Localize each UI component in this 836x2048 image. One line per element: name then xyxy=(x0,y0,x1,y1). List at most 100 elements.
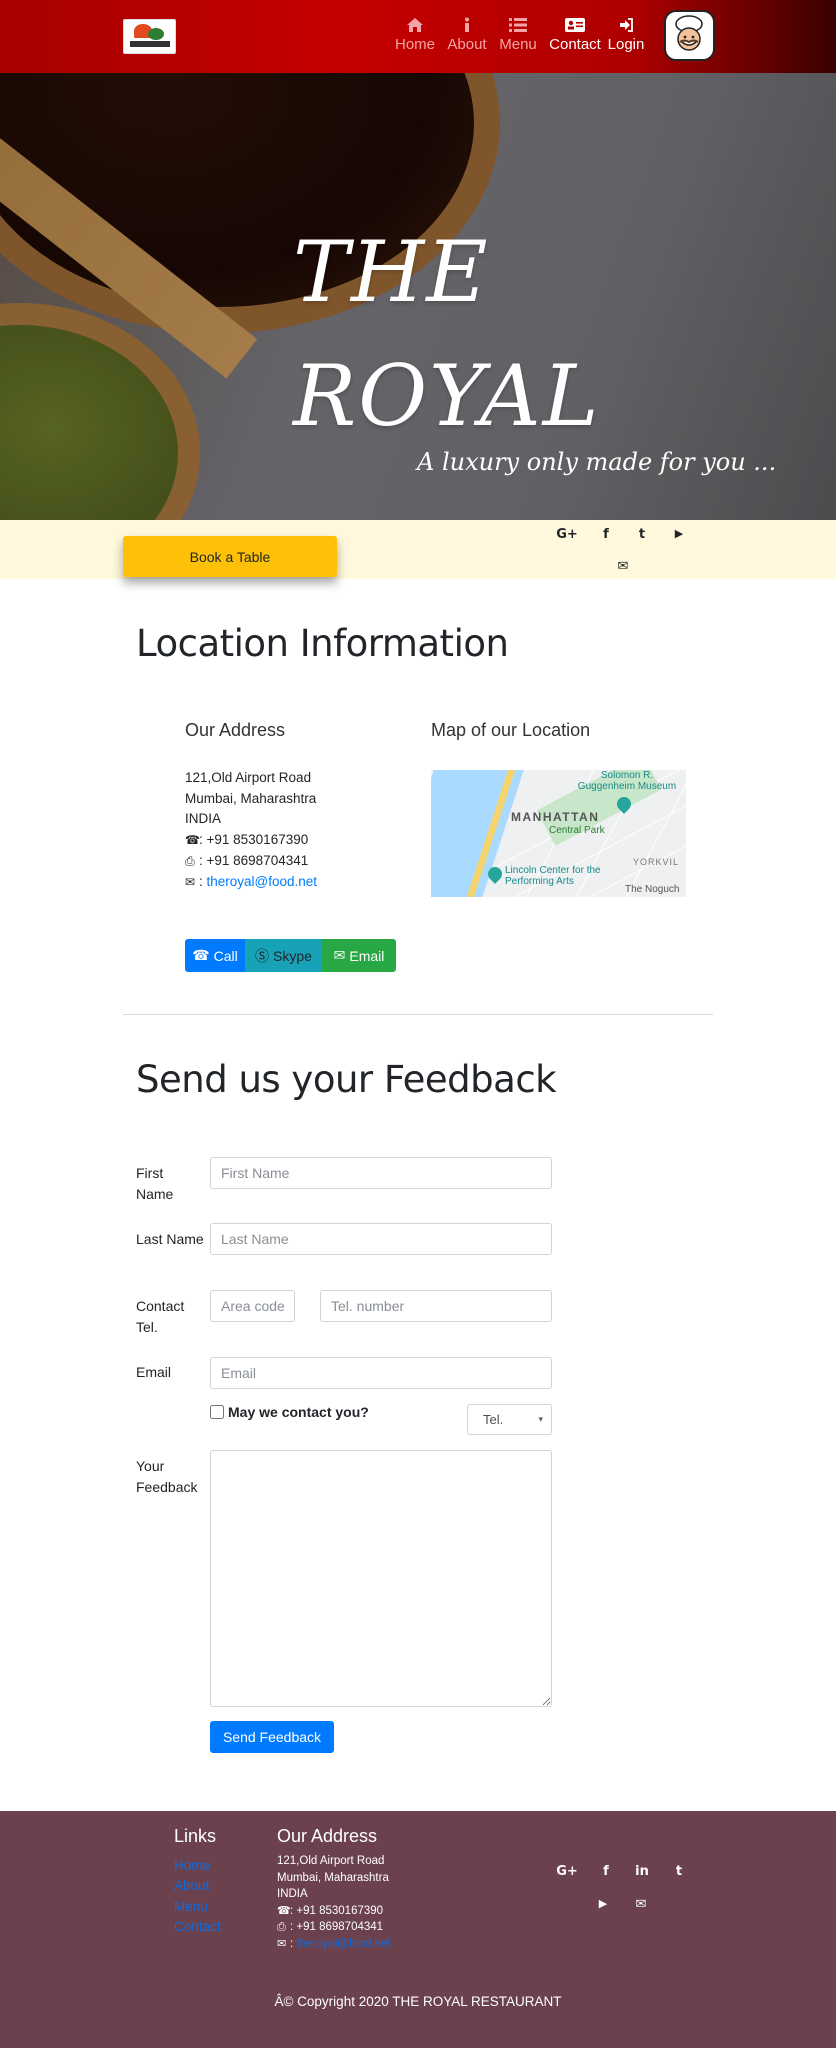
footer-link-about[interactable]: About xyxy=(174,1876,221,1896)
nav-menu[interactable]: Menu xyxy=(498,16,538,60)
may-contact-checkbox-row[interactable]: May we contact you? xyxy=(210,1404,369,1420)
address-line: Mumbai, Maharashtra xyxy=(185,790,317,806)
map-label-yorkville: YORKVIL xyxy=(633,857,680,867)
youtube-icon[interactable]: ▶ xyxy=(668,527,690,540)
feedback-textarea[interactable] xyxy=(210,1450,552,1707)
feedback-label: Your Feedback xyxy=(136,1458,198,1495)
home-icon xyxy=(407,18,423,32)
phone-line: ☎: +91 8530167390 xyxy=(277,1903,391,1920)
fax-line: ⎙ : +91 8698704341 xyxy=(277,1919,391,1936)
map-label-noguchi: The Noguch xyxy=(625,884,680,895)
footer-link-menu[interactable]: Menu xyxy=(174,1897,221,1917)
footer-links: Home About Menu Contact xyxy=(174,1856,221,1937)
hero-tagline: A luxury only made for you ... xyxy=(417,448,777,476)
twitter-icon[interactable]: t xyxy=(668,1864,690,1879)
email-line: ✉: theroyal@food.net xyxy=(277,1936,391,1953)
contact-method-value: Tel. xyxy=(483,1412,504,1427)
facebook-icon[interactable]: f xyxy=(595,527,617,542)
area-code-input[interactable] xyxy=(210,1290,295,1322)
envelope-icon[interactable]: ✉ xyxy=(612,559,634,574)
nav-menu-label: Menu xyxy=(499,36,537,53)
google-plus-icon[interactable]: G+ xyxy=(556,1864,578,1879)
may-contact-checkbox[interactable] xyxy=(210,1405,224,1419)
phone-number: : +91 8530167390 xyxy=(290,1904,384,1917)
skype-icon: Ⓢ xyxy=(255,947,270,964)
contact-tel-label: Contact Tel. xyxy=(136,1298,185,1335)
address-card-icon xyxy=(565,18,585,32)
fax-icon: ⎙ xyxy=(185,853,195,868)
email-button-label: Email xyxy=(349,947,385,964)
youtube-icon[interactable]: ▶ xyxy=(592,1897,614,1910)
fax-icon: ⎙ xyxy=(277,1921,286,1933)
hero-title: THE ROYAL xyxy=(293,210,601,458)
address-heading: Our Address xyxy=(185,720,286,740)
hero-title-line2: ROYAL xyxy=(293,347,601,445)
map-label-guggenheim: Solomon R. Guggenheim Museum xyxy=(577,770,677,792)
call-button[interactable]: ☎ Call xyxy=(185,939,245,972)
book-table-button[interactable]: Book a Table xyxy=(123,536,337,577)
tel-number-input[interactable] xyxy=(320,1290,552,1322)
fax-number: : +91 8698704341 xyxy=(290,1921,384,1933)
send-feedback-button[interactable]: Send Feedback xyxy=(210,1721,334,1753)
footer-address-block: 121,Old Airport Road Mumbai, Maharashtra… xyxy=(277,1853,391,1952)
phone-icon: ☎ xyxy=(277,1904,291,1917)
phone-icon: ☎ xyxy=(192,947,210,963)
nav-home-label: Home xyxy=(394,36,435,53)
fax-line: ⎙ : +91 8698704341 xyxy=(185,851,317,872)
info-icon xyxy=(465,17,469,32)
nav-about-label: About xyxy=(447,36,487,53)
chef-logo-icon[interactable] xyxy=(664,10,715,61)
contact-button-group: ☎ Call Ⓢ Skype ✉ Email xyxy=(185,939,396,972)
footer xyxy=(0,1811,836,2048)
phone-icon: ☎ xyxy=(185,833,200,848)
last-name-label: Last Name xyxy=(136,1231,204,1247)
phone-number: : +91 8530167390 xyxy=(199,832,309,848)
nav-about[interactable]: About xyxy=(446,16,488,60)
skype-button-label: Skype xyxy=(273,947,312,964)
address-block: 121,Old Airport Road Mumbai, Maharashtra… xyxy=(185,768,317,892)
google-plus-icon[interactable]: G+ xyxy=(556,527,578,542)
nav-login-label: Login xyxy=(607,36,645,53)
envelope-icon[interactable]: ✉ xyxy=(630,1897,652,1912)
nav-contact-label: Contact xyxy=(549,36,601,53)
chevron-down-icon: ▾ xyxy=(538,1414,543,1424)
section-divider xyxy=(123,1014,713,1015)
call-button-label: Call xyxy=(213,947,238,964)
navbar: Home About Menu Contact Login xyxy=(0,0,836,73)
footer-link-contact[interactable]: Contact xyxy=(174,1917,221,1937)
contact-method-select[interactable]: Tel. ▾ xyxy=(467,1404,552,1435)
email-line: ✉: theroyal@food.net xyxy=(185,872,317,893)
nav-login[interactable]: Login xyxy=(606,16,646,60)
sign-in-icon xyxy=(620,18,633,32)
address-line: INDIA xyxy=(185,811,222,827)
email-button[interactable]: ✉ Email xyxy=(322,939,396,972)
feedback-title: Send us your Feedback xyxy=(136,1058,557,1101)
address-line: Mumbai, Maharashtra xyxy=(277,1871,389,1884)
copyright-text: Â© Copyright 2020 THE ROYAL RESTAURANT xyxy=(274,1994,562,2009)
phone-line: ☎: +91 8530167390 xyxy=(185,830,317,851)
email-prefix: : xyxy=(199,873,207,889)
location-title: Location Information xyxy=(136,622,509,665)
map-label-manhattan: MANHATTAN xyxy=(511,810,600,824)
footer-link-home[interactable]: Home xyxy=(174,1856,221,1876)
envelope-icon: ✉ xyxy=(277,1937,287,1950)
restaurant-logo-icon[interactable] xyxy=(123,19,176,54)
fax-number: : +91 8698704341 xyxy=(199,852,309,868)
email-input[interactable] xyxy=(210,1357,552,1389)
hero-title-line1: THE xyxy=(293,223,490,321)
facebook-icon[interactable]: f xyxy=(595,1864,617,1879)
linkedin-icon[interactable]: in xyxy=(631,1864,653,1879)
last-name-input[interactable] xyxy=(210,1223,552,1255)
location-map[interactable]: Solomon R. Guggenheim Museum MANHATTAN C… xyxy=(431,770,686,897)
email-link[interactable]: theroyal@food.net xyxy=(207,874,318,889)
map-label-central-park: Central Park xyxy=(549,825,605,836)
map-label-lincoln: Lincoln Center for the Performing Arts xyxy=(505,865,601,887)
skype-button[interactable]: Ⓢ Skype xyxy=(245,939,322,972)
footer-email-link[interactable]: theroyal@food.net xyxy=(296,1938,390,1950)
nav-home[interactable]: Home xyxy=(394,16,436,60)
address-line: 121,Old Airport Road xyxy=(185,770,312,785)
nav-contact[interactable]: Contact xyxy=(548,16,602,60)
first-name-input[interactable] xyxy=(210,1157,552,1189)
twitter-icon[interactable]: t xyxy=(631,527,653,542)
address-line: INDIA xyxy=(277,1888,308,1900)
